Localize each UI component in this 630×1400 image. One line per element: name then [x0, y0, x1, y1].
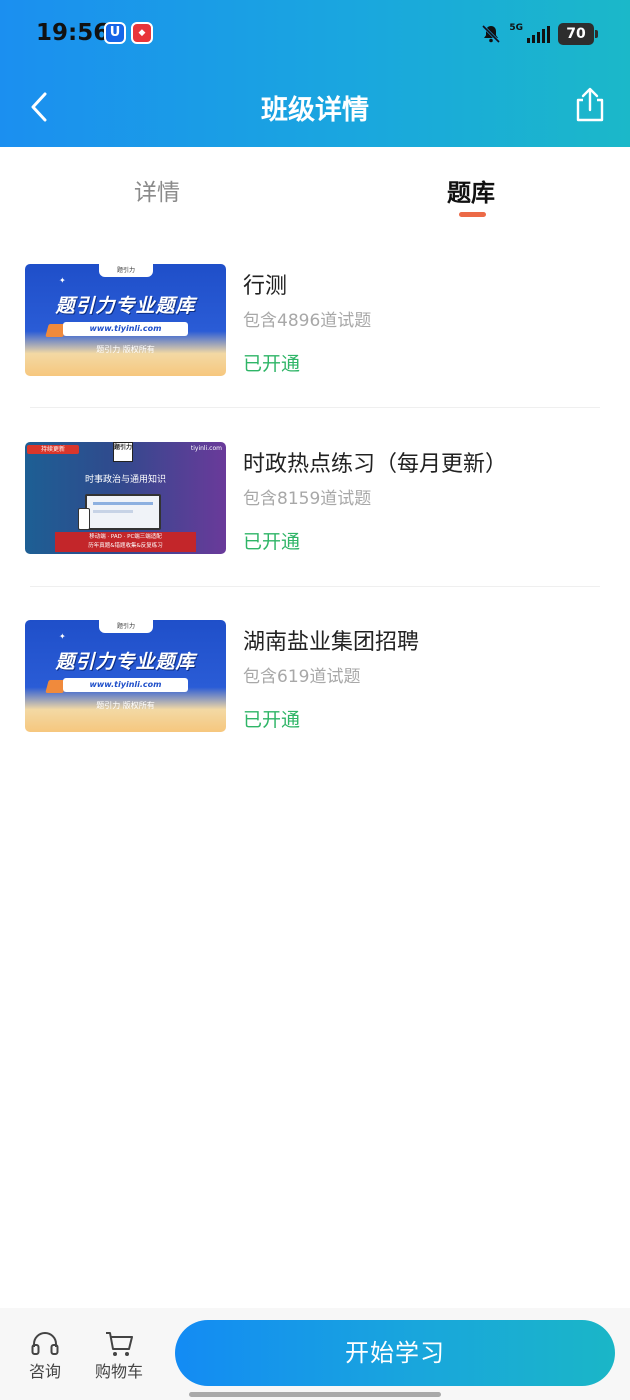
course-status: 已开通 — [243, 531, 301, 553]
mute-bell-icon — [482, 24, 501, 44]
course-item[interactable]: 题引力 ✦ 题引力专业题库 www.tiyinli.com 题引力 版权所有 行… — [25, 264, 600, 376]
active-tab-indicator — [459, 212, 486, 217]
network-type: 5G — [509, 23, 523, 33]
tab-bar: 详情 题库 — [0, 147, 630, 227]
course-question-count: 包含4896道试题 — [243, 311, 372, 331]
sparkle-icon: ✦ — [59, 632, 66, 641]
thumbnail-band-line1: 移动端 · PAD · PC端三端适配 — [89, 534, 162, 540]
thumbnail-band-line2: 历年真题&错题收集&反复练习 — [88, 543, 163, 549]
divider — [30, 586, 600, 587]
course-item[interactable]: 持续更新 题引力 tiyinli.com 时事政治与通用知识 移动端 · PAD… — [25, 442, 600, 554]
course-status: 已开通 — [243, 709, 301, 731]
start-learning-button[interactable]: 开始学习 — [175, 1320, 615, 1386]
phone-illustration — [78, 508, 90, 530]
consult-label: 咨询 — [28, 1362, 61, 1381]
status-indicators: 5G 70 — [481, 22, 598, 46]
signal-icon — [527, 25, 550, 43]
cart-button[interactable]: 购物车 — [92, 1330, 146, 1382]
share-button[interactable] — [572, 86, 608, 124]
divider — [30, 407, 600, 408]
thumbnail-feature-band: 移动端 · PAD · PC端三端适配 历年真题&错题收集&反复练习 — [55, 532, 196, 552]
course-status: 已开通 — [243, 353, 301, 375]
course-name: 行测 — [243, 274, 288, 299]
thumbnail-brand: 题引力 — [99, 264, 153, 277]
headset-icon — [31, 1332, 59, 1355]
thumbnail-title: 题引力专业题库 — [55, 295, 196, 317]
share-icon — [576, 87, 604, 122]
app-notification-icon-2: ◆ — [131, 22, 153, 44]
course-item[interactable]: 题引力 ✦ 题引力专业题库 www.tiyinli.com 题引力 版权所有 湖… — [25, 620, 600, 732]
thumbnail-tag: 持续更新 — [27, 445, 79, 454]
thumbnail-title: 时事政治与通用知识 — [84, 475, 166, 485]
tab-details[interactable]: 详情 — [134, 173, 180, 207]
course-question-count: 包含619道试题 — [243, 667, 361, 687]
course-thumbnail: 题引力 ✦ 题引力专业题库 www.tiyinli.com 题引力 版权所有 — [25, 264, 226, 376]
laptop-illustration — [85, 494, 161, 530]
thumbnail-url: www.tiyinli.com — [63, 322, 188, 336]
course-name: 时政热点练习（每月更新） — [243, 452, 508, 477]
course-thumbnail: 持续更新 题引力 tiyinli.com 时事政治与通用知识 移动端 · PAD… — [25, 442, 226, 554]
cart-icon — [106, 1332, 133, 1356]
header-bar: 19:56 U ◆ 5G 70 班级详情 — [0, 0, 630, 147]
home-indicator — [189, 1392, 441, 1397]
status-time: 19:56 — [36, 20, 110, 46]
thumbnail-copyright: 题引力 版权所有 — [96, 701, 155, 710]
tab-question-bank[interactable]: 题库 — [447, 173, 495, 208]
app-notification-icon: U — [104, 22, 126, 44]
sparkle-icon: ✦ — [59, 276, 66, 285]
thumbnail-copyright: 题引力 版权所有 — [96, 345, 155, 354]
thumbnail-url: www.tiyinli.com — [63, 678, 188, 692]
battery-icon: 70 — [558, 23, 598, 45]
cart-label: 购物车 — [94, 1362, 143, 1381]
consult-button[interactable]: 咨询 — [19, 1330, 71, 1382]
bottom-action-bar: 咨询 购物车 开始学习 — [0, 1308, 630, 1400]
thumbnail-logo: 题引力 — [113, 442, 133, 462]
course-name: 湖南盐业集团招聘 — [243, 630, 420, 655]
thumbnail-brand: 题引力 — [99, 620, 153, 633]
thumbnail-url: tiyinli.com — [190, 445, 222, 452]
course-thumbnail: 题引力 ✦ 题引力专业题库 www.tiyinli.com 题引力 版权所有 — [25, 620, 226, 732]
course-question-count: 包含8159道试题 — [243, 489, 372, 509]
thumbnail-title: 题引力专业题库 — [55, 651, 196, 673]
page-title: 班级详情 — [261, 95, 369, 126]
